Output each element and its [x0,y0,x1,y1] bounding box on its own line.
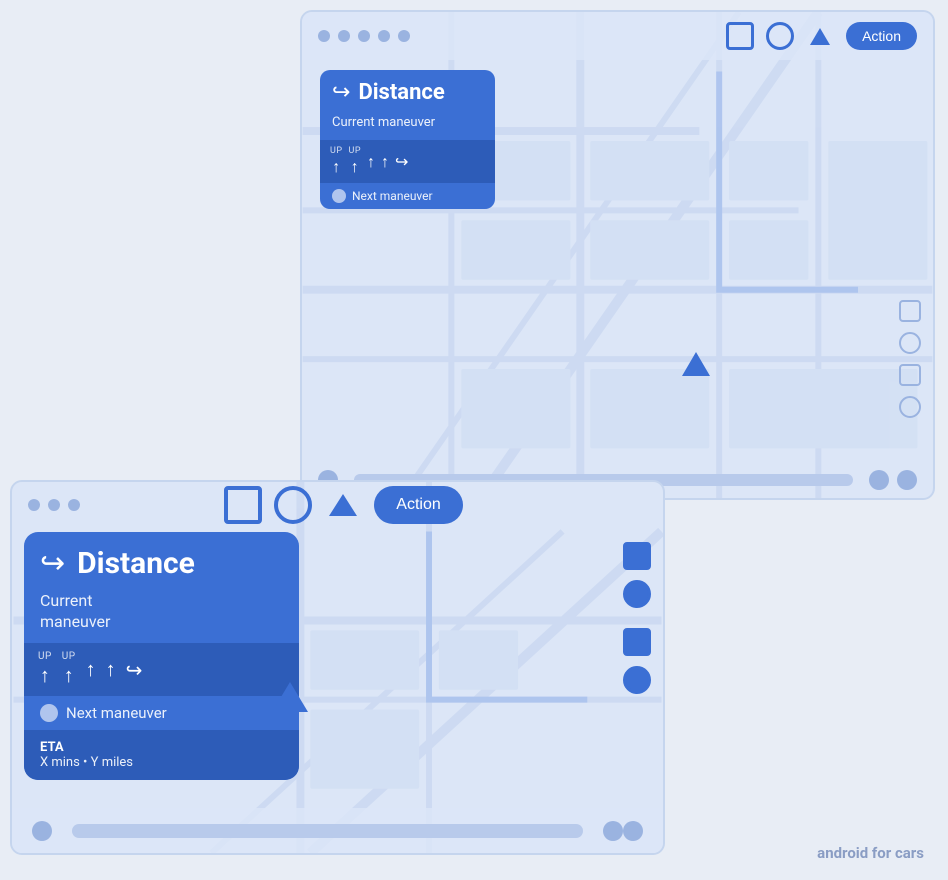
eta-title: ETA [40,740,283,755]
nav-header: ↪ Distance [320,70,495,113]
next-maneuver-row: Next maneuver [320,183,495,209]
next-maneuver-text: Next maneuver [352,189,433,203]
large-screen: Action ↪ Distance Current maneuver UP ↑ … [300,10,935,500]
dot-4 [378,30,390,42]
nav-large-next: Next maneuver [24,696,299,730]
small-bottom-bar-center [72,824,583,838]
toolbar-icons: Action [726,22,917,50]
lg-lane-2-arrow: ↑ [64,663,74,688]
lane-2-label: UP [349,146,362,156]
large-screen-top-bar: Action [302,12,933,60]
brand-suffix: for cars [872,844,924,862]
small-b-dot-3 [623,821,643,841]
bottom-right-dots [869,470,917,490]
small-square-btn[interactable] [224,486,262,524]
lg-lane-2-label: UP [62,651,76,662]
nav-large-title: Distance [77,546,195,581]
next-dot-large [40,704,58,722]
dot-3 [358,30,370,42]
next-maneuver-text-large: Next maneuver [66,704,167,722]
small-triangle-icon [329,494,357,516]
lane-2-arrow: ↑ [351,157,359,177]
map-ci-btn-2[interactable] [623,666,651,694]
dot-5 [398,30,410,42]
s-dot-2 [48,499,60,511]
right-circle-btn[interactable] [899,332,921,354]
action-button-large[interactable]: Action [846,22,917,50]
small-top-left-dots [28,499,80,511]
lg-lane-1-arrow: ↑ [40,663,50,688]
lg-lane-3-arrow: ↑ [86,657,96,682]
b-dot-3 [897,470,917,490]
lane-4: ↑ [381,151,389,172]
lane-3: ↑ [367,151,375,172]
nav-current-maneuver: Current maneuver [320,113,495,140]
right-square-btn[interactable] [899,300,921,322]
dot-2 [338,30,350,42]
lg-lane-5: ↪ [126,657,143,682]
nav-widget-large: ↪ Distance Currentmaneuver UP ↑ UP ↑ ↑ ↑ [24,532,299,780]
lg-lane-3: ↑ [86,656,96,682]
lane-5: ↪ [395,151,408,171]
square-icon-btn[interactable] [726,22,754,50]
turn-arrow-icon: ↪ [332,80,350,105]
lanes-row: UP ↑ UP ↑ ↑ ↑ ↪ [320,140,495,183]
nav-large-lanes: UP ↑ UP ↑ ↑ ↑ ↪ [24,643,299,696]
s-dot-1 [28,499,40,511]
triangle-icon [810,28,830,45]
map-ci-btn-1[interactable] [623,580,651,608]
action-button-small[interactable]: Action [374,486,462,524]
small-map-marker [272,682,308,712]
small-toolbar-icons: Action [224,486,462,524]
lane-1: UP ↑ [330,146,343,177]
lg-lane-1: UP ↑ [38,651,52,688]
next-maneuver-dot [332,189,346,203]
nav-widget-small: ↪ Distance Current maneuver UP ↑ UP ↑ ↑ … [320,70,495,209]
small-screen-top-bar: Action [12,482,663,528]
small-triangle-btn[interactable] [324,486,362,524]
lane-4-arrow: ↑ [381,152,389,172]
lg-lane-4: ↑ [106,656,116,682]
nav-large-header: ↪ Distance [24,532,299,589]
circle-icon-btn[interactable] [766,22,794,50]
lane-1-arrow: ↑ [332,157,340,177]
lg-lane-5-arrow: ↪ [126,658,143,682]
eta-section: ETA X mins • Y miles [24,730,299,780]
top-left-dots [318,30,410,42]
lg-lane-1-label: UP [38,651,52,662]
lane-3-arrow: ↑ [367,152,375,172]
eta-value: X mins • Y miles [40,755,283,770]
map-nav-marker [682,352,710,376]
triangle-icon-btn[interactable] [806,22,834,50]
turn-arrow-icon-large: ↪ [40,546,65,581]
brand-name: android [817,844,868,862]
small-screen-bottom-bar [12,808,663,853]
lane-5-arrow: ↪ [395,152,408,171]
map-sq-btn-2[interactable] [623,628,651,656]
right-square2-btn[interactable] [899,364,921,386]
b-dot-2 [869,470,889,490]
map-right-btns [623,542,651,694]
lane-1-label: UP [330,146,343,156]
map-sq-btn-1[interactable] [623,542,651,570]
lg-lane-4-arrow: ↑ [106,657,116,682]
right-circle2-btn[interactable] [899,396,921,418]
right-side-icons [899,300,921,418]
s-dot-3 [68,499,80,511]
lane-2: UP ↑ [349,146,362,177]
small-b-dot-2 [603,821,623,841]
lg-lane-2: UP ↑ [62,651,76,688]
brand-text: android for cars [817,844,924,862]
nav-large-subtitle: Currentmaneuver [24,589,299,643]
small-circle-btn[interactable] [274,486,312,524]
dot-1 [318,30,330,42]
small-b-dot-1 [32,821,52,841]
small-screen: Action ↪ Distance Currentmaneuver UP ↑ U… [10,480,665,855]
nav-distance-title: Distance [358,80,444,105]
